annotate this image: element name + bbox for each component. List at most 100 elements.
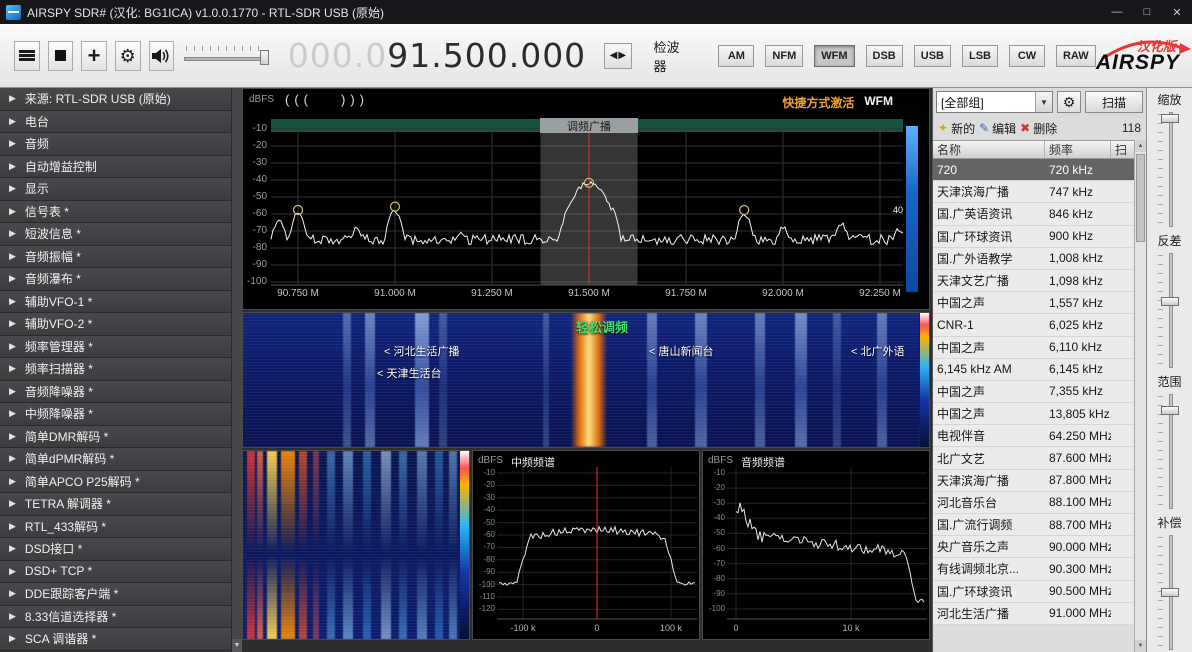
table-row[interactable]: 中国之声 7,355 kHz: [933, 380, 1134, 404]
mode-button-wfm[interactable]: WFM: [814, 44, 855, 67]
sidebar-item-10[interactable]: ▶ 辅助VFO-2 *: [0, 313, 242, 336]
sidebar-item-4[interactable]: ▶ 显示: [0, 178, 242, 201]
waterfall-display[interactable]: < 河北生活广播 < 天津生活台 < 唐山新闻台 < 北广外语 轻松调频: [242, 312, 930, 448]
new-entry-button[interactable]: ✦ 新的: [938, 120, 975, 137]
mode-button-cw[interactable]: CW: [1008, 44, 1045, 67]
scroll-down-icon[interactable]: ▼: [1135, 640, 1146, 652]
y-axis-label: -80: [252, 242, 267, 253]
expand-arrow-icon: ▶: [9, 363, 16, 374]
table-row[interactable]: 中国之声 13,805 kHz: [933, 403, 1134, 426]
stop-button[interactable]: [47, 40, 74, 71]
sidebar-item-22[interactable]: ▶ DDE跟踪客户端 *: [0, 583, 242, 606]
sidebar-item-2[interactable]: ▶ 音频: [0, 133, 242, 156]
sidebar-item-label: 电台: [24, 114, 49, 129]
table-row[interactable]: 国.广英语资讯 846 kHz: [933, 203, 1134, 226]
table-row[interactable]: 720 720 kHz: [933, 159, 1134, 182]
minimize-button[interactable]: —: [1102, 0, 1132, 24]
table-row[interactable]: 河北生活广播 91.000 MHz: [933, 602, 1134, 625]
settings-button[interactable]: ⚙: [114, 40, 141, 71]
table-row[interactable]: 6,145 kHz AM 6,145 kHz: [933, 358, 1134, 381]
edit-icon: ✎: [979, 121, 990, 135]
table-row[interactable]: 有线调频北京... 90.300 MHz: [933, 558, 1134, 581]
edit-entry-button[interactable]: ✎ 编辑: [979, 120, 1016, 137]
table-row[interactable]: 国.广流行调频 88.700 MHz: [933, 514, 1134, 537]
slider-handle[interactable]: [1160, 114, 1179, 124]
table-row[interactable]: 国.广环球资讯 90.500 MHz: [933, 580, 1134, 603]
table-row[interactable]: 国.广环球资讯 900 kHz: [933, 225, 1134, 248]
column-header-1[interactable]: 频率: [1045, 141, 1111, 158]
table-scrollbar[interactable]: ▲ ▼: [1134, 140, 1146, 652]
table-row[interactable]: 央广音乐之声 90.000 MHz: [933, 536, 1134, 559]
sidebar-item-24[interactable]: ▶ SCA 调谐器 *: [0, 628, 242, 651]
sidebar-item-13[interactable]: ▶ 音频降噪器 *: [0, 380, 242, 403]
table-row[interactable]: 国.广外语教学 1,008 kHz: [933, 247, 1134, 270]
if-spectrum-plot: [497, 467, 697, 620]
sidebar-item-3[interactable]: ▶ 自动增益控制: [0, 155, 242, 178]
sidebar-item-14[interactable]: ▶ 中频降噪器 *: [0, 403, 242, 426]
close-button[interactable]: ✕: [1162, 0, 1192, 24]
add-button[interactable]: +: [81, 40, 107, 71]
table-row[interactable]: 中国之声 1,557 kHz: [933, 292, 1134, 315]
slider-handle[interactable]: [1160, 587, 1179, 597]
table-row[interactable]: 北广文艺 87.600 MHz: [933, 447, 1134, 470]
sidebar-item-11[interactable]: ▶ 频率管理器 *: [0, 335, 242, 358]
sidebar-item-7[interactable]: ▶ 音频振幅 *: [0, 245, 242, 268]
sidebar-item-0[interactable]: ▶ 来源: RTL-SDR USB (原始): [0, 88, 242, 111]
sidebar-item-20[interactable]: ▶ DSD接口 *: [0, 538, 242, 561]
tune-step-buttons[interactable]: ◀ ▶: [604, 42, 632, 69]
sidebar-item-21[interactable]: ▶ DSD+ TCP *: [0, 560, 242, 583]
maximize-button[interactable]: □: [1132, 0, 1162, 24]
mode-button-lsb[interactable]: LSB: [961, 44, 998, 67]
scroll-up-icon[interactable]: ▲: [1135, 140, 1146, 152]
sidebar-item-18[interactable]: ▶ TETRA 解调器 *: [0, 493, 242, 516]
table-row[interactable]: CNR-1 6,025 kHz: [933, 314, 1134, 337]
vertical-slider[interactable]: [1157, 535, 1180, 650]
mode-button-nfm[interactable]: NFM: [765, 44, 804, 67]
sidebar-scrollbar[interactable]: ▼: [231, 88, 242, 652]
vertical-slider[interactable]: [1157, 112, 1180, 227]
vertical-slider[interactable]: [1157, 394, 1180, 509]
mute-button[interactable]: [148, 40, 175, 71]
mode-button-raw[interactable]: RAW: [1055, 44, 1096, 67]
spectrum-display[interactable]: dBFS ((( ))) 快捷方式激活 WFM 调频广播 40 -10 -20 -3…: [242, 88, 930, 310]
sidebar-item-6[interactable]: ▶ 短波信息 *: [0, 223, 242, 246]
slider-handle[interactable]: [1160, 296, 1179, 306]
sidebar-item-9[interactable]: ▶ 辅助VFO-1 *: [0, 290, 242, 313]
mode-button-dsb[interactable]: DSB: [865, 44, 903, 67]
sidebar-item-15[interactable]: ▶ 简单DMR解码 *: [0, 425, 242, 448]
chevron-down-icon[interactable]: ▼: [1035, 92, 1052, 112]
zoomed-waterfall-display[interactable]: [242, 450, 470, 640]
volume-slider[interactable]: [184, 45, 270, 67]
mode-button-usb[interactable]: USB: [913, 44, 951, 67]
slider-handle[interactable]: [1160, 405, 1179, 415]
scroll-down-icon[interactable]: ▼: [232, 639, 242, 652]
table-row[interactable]: 中国之声 6,110 kHz: [933, 336, 1134, 359]
sidebar-item-5[interactable]: ▶ 信号表 *: [0, 200, 242, 223]
sidebar-item-12[interactable]: ▶ 频率扫描器 *: [0, 358, 242, 381]
sidebar-item-1[interactable]: ▶ 电台: [0, 110, 242, 133]
column-header-2[interactable]: 扫: [1111, 141, 1134, 158]
table-row[interactable]: 天津滨海广播 87.800 MHz: [933, 469, 1134, 492]
sidebar-item-16[interactable]: ▶ 简单dPMR解码 *: [0, 448, 242, 471]
frequency-display[interactable]: 000.0 91.500.000: [288, 36, 586, 75]
table-row[interactable]: 河北音乐台 88.100 MHz: [933, 491, 1134, 514]
group-select[interactable]: [全部组] ▼: [936, 91, 1053, 113]
mode-button-am[interactable]: AM: [718, 44, 755, 67]
tune-right-icon[interactable]: ▶: [618, 50, 626, 61]
manager-settings-button[interactable]: ⚙: [1057, 91, 1081, 113]
sidebar-item-8[interactable]: ▶ 音频瀑布 *: [0, 268, 242, 291]
table-row[interactable]: 电视伴音 64.250 MHz: [933, 425, 1134, 448]
table-row[interactable]: 天津文艺广播 1,098 kHz: [933, 269, 1134, 293]
tune-left-icon[interactable]: ◀: [610, 50, 618, 61]
sidebar-item-23[interactable]: ▶ 8.33信道选择器 *: [0, 605, 242, 628]
scan-button[interactable]: 扫描: [1085, 91, 1143, 113]
vertical-slider[interactable]: [1157, 253, 1180, 368]
delete-entry-button[interactable]: ✖ 删除: [1020, 120, 1057, 137]
sidebar-item-17[interactable]: ▶ 简单APCO P25解码 *: [0, 470, 242, 493]
scrollbar-thumb[interactable]: [1136, 154, 1145, 242]
sidebar-item-19[interactable]: ▶ RTL_433解码 *: [0, 515, 242, 538]
volume-handle[interactable]: [260, 49, 270, 65]
menu-button[interactable]: [14, 40, 40, 71]
column-header-0[interactable]: 名称: [933, 141, 1045, 158]
table-row[interactable]: 天津滨海广播 747 kHz: [933, 181, 1134, 204]
